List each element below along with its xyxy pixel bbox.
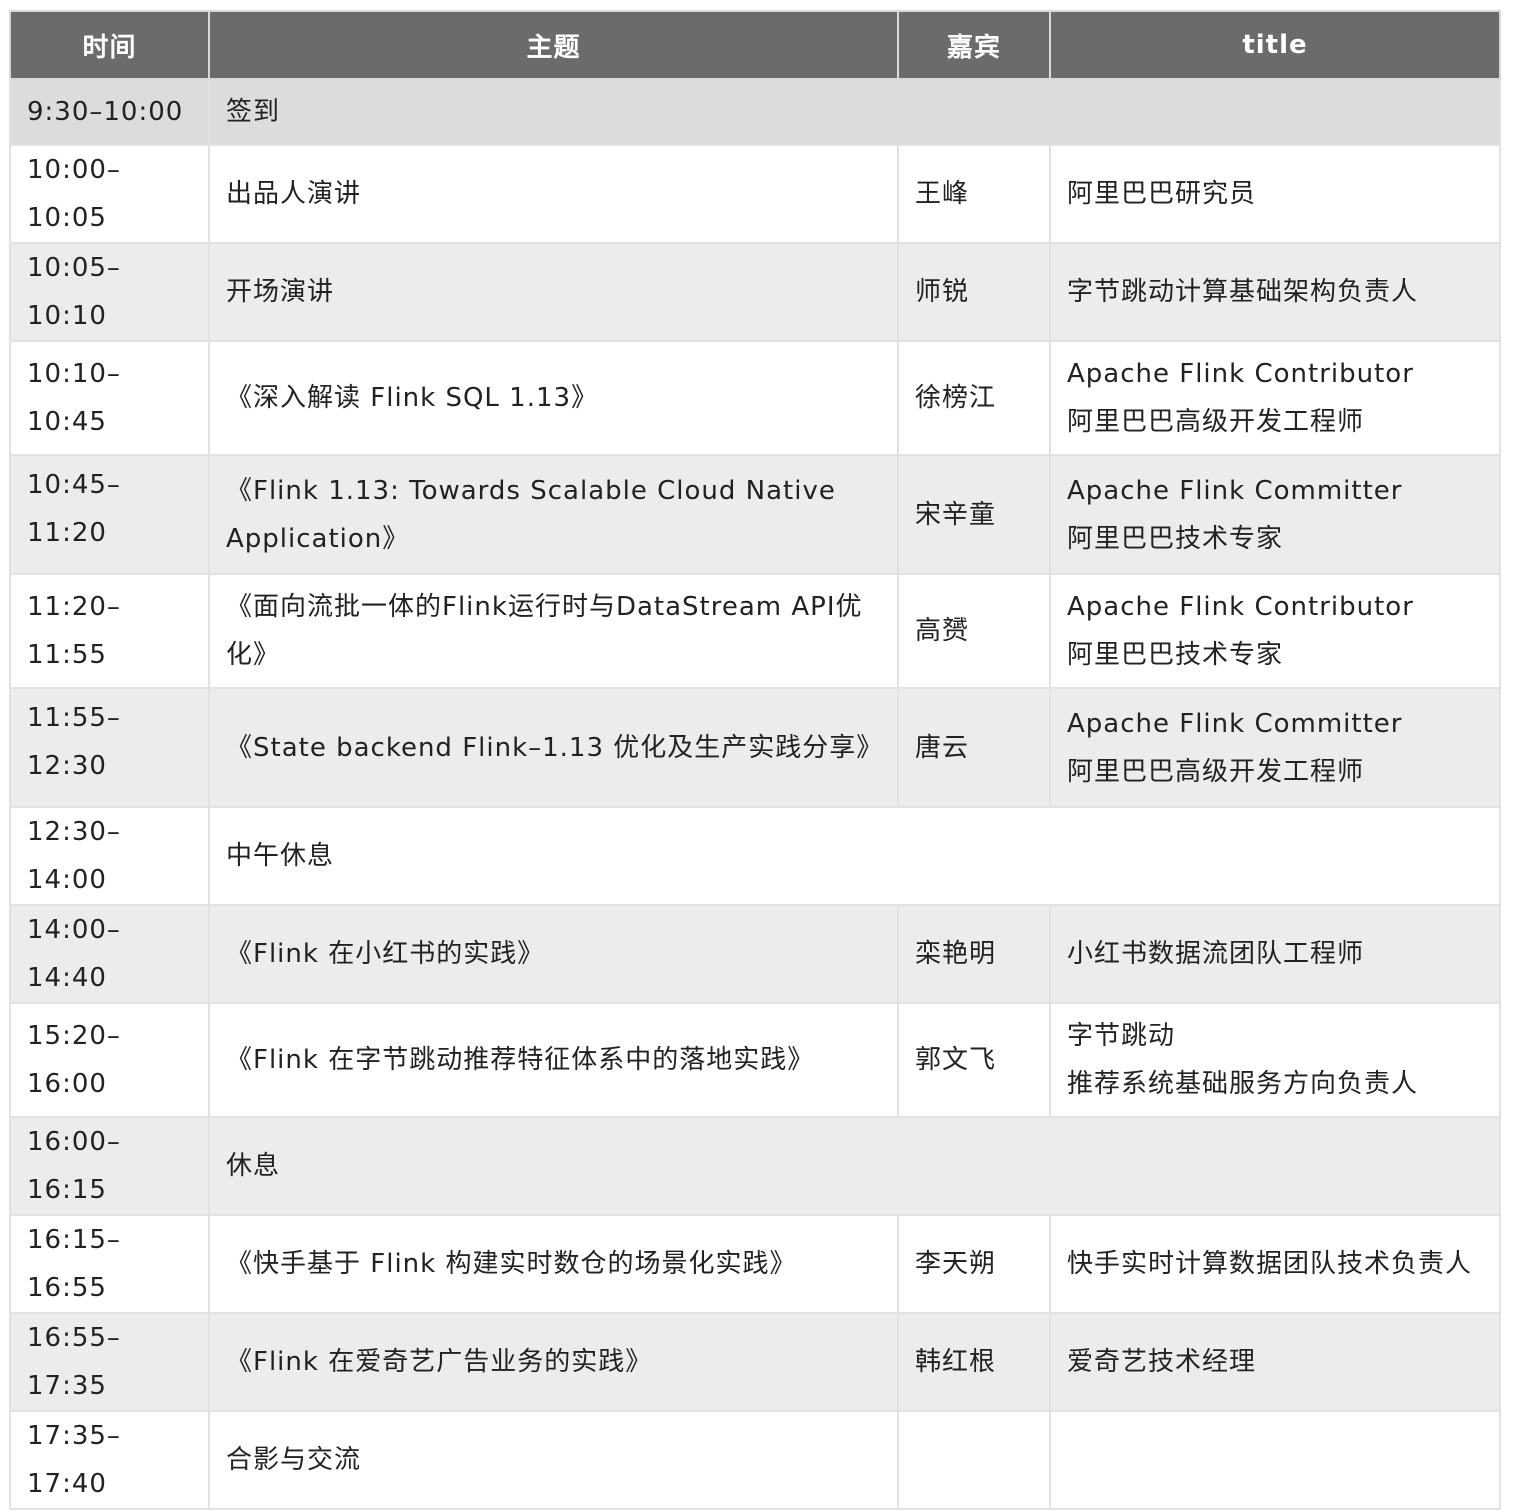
title-cell: Apache Flink Committer 阿里巴巴技术专家 [1049, 454, 1501, 575]
table-row: 10:05–10:10 开场演讲 师锐 字节跳动计算基础架构负责人 [9, 242, 1501, 342]
table-row: 16:55–17:35 《Flink 在爱奇艺广告业务的实践》 韩红根 爱奇艺技… [9, 1312, 1501, 1412]
title-line: Apache Flink Contributor [1067, 592, 1414, 622]
header-guest: 嘉宾 [897, 10, 1051, 80]
topic-cell: 《Flink 在爱奇艺广告业务的实践》 [208, 1312, 899, 1412]
title-line: 字节跳动 [1067, 1021, 1176, 1051]
title-line: Apache Flink Committer [1067, 475, 1403, 506]
title-cell: 小红书数据流团队工程师 [1049, 904, 1501, 1004]
topic-cell: 中午休息 [208, 806, 1501, 906]
table-row: 12:30–14:00 中午休息 [9, 806, 1501, 906]
topic-cell: 《快手基于 Flink 构建实时数仓的场景化实践》 [208, 1214, 899, 1314]
table-row: 11:20–11:55 《面向流批一体的Flink运行时与DataStream … [9, 573, 1501, 689]
title-cell: 爱奇艺技术经理 [1049, 1312, 1501, 1412]
header-row: 时间 主题 嘉宾 title [9, 10, 1501, 80]
table-row: 16:15–16:55 《快手基于 Flink 构建实时数仓的场景化实践》 李天… [9, 1214, 1501, 1314]
topic-cell: 《Flink 在字节跳动推荐特征体系中的落地实践》 [208, 1002, 899, 1118]
header-time: 时间 [9, 10, 210, 80]
time-cell: 16:00–16:15 [9, 1116, 210, 1216]
guest-cell: 宋辛童 [897, 454, 1051, 575]
table-row: 15:20–16:00 《Flink 在字节跳动推荐特征体系中的落地实践》 郭文… [9, 1002, 1501, 1118]
title-cell: 字节跳动计算基础架构负责人 [1049, 242, 1501, 342]
table-row: 11:55–12:30 《State backend Flink–1.13 优化… [9, 687, 1501, 808]
topic-line: 《面向流批一体的Flink运行时与DataStream API优 [226, 592, 863, 622]
topic-cell: 出品人演讲 [208, 144, 899, 244]
title-cell: 阿里巴巴研究员 [1049, 144, 1501, 244]
table-header: 时间 主题 嘉宾 title [9, 10, 1501, 80]
time-cell: 10:05–10:10 [9, 242, 210, 342]
topic-cell: 《Flink 1.13: Towards Scalable Cloud Nati… [208, 454, 899, 575]
header-topic: 主题 [208, 10, 899, 80]
title-cell: Apache Flink Contributor 阿里巴巴技术专家 [1049, 573, 1501, 689]
title-line: 小红书数据流团队工程师 [1067, 939, 1365, 969]
topic-cell: 《面向流批一体的Flink运行时与DataStream API优 化》 [208, 573, 899, 689]
title-line: 阿里巴巴研究员 [1067, 179, 1257, 209]
time-cell: 9:30–10:00 [9, 78, 210, 146]
time-cell: 11:55–12:30 [9, 687, 210, 808]
title-line: 阿里巴巴技术专家 [1067, 523, 1284, 554]
title-cell: Apache Flink Committer 阿里巴巴高级开发工程师 [1049, 687, 1501, 808]
topic-line: 《Flink 1.13: Towards Scalable Cloud Nati… [226, 475, 836, 506]
topic-cell: 《Flink 在小红书的实践》 [208, 904, 899, 1004]
topic-line: Application》 [226, 523, 410, 554]
table-row: 16:00–16:15 休息 [9, 1116, 1501, 1216]
header-title: title [1049, 10, 1501, 80]
topic-line: 《Flink 在字节跳动推荐特征体系中的落地实践》 [226, 1045, 815, 1075]
time-cell: 11:20–11:55 [9, 573, 210, 689]
topic-cell: 合影与交流 [208, 1410, 899, 1510]
topic-cell: 《深入解读 Flink SQL 1.13》 [208, 340, 899, 456]
guest-cell: 唐云 [897, 687, 1051, 808]
title-cell [1049, 1410, 1501, 1510]
title-cell: 快手实时计算数据团队技术负责人 [1049, 1214, 1501, 1314]
time-cell: 16:55–17:35 [9, 1312, 210, 1412]
topic-cell: 签到 [208, 78, 1501, 146]
title-line: Apache Flink Committer [1067, 708, 1403, 739]
guest-cell: 郭文飞 [897, 1002, 1051, 1118]
time-cell: 12:30–14:00 [9, 806, 210, 906]
topic-line: 化》 [226, 640, 281, 670]
time-cell: 16:15–16:55 [9, 1214, 210, 1314]
time-cell: 17:35–17:40 [9, 1410, 210, 1510]
title-line: Apache Flink Contributor [1067, 359, 1414, 389]
guest-cell: 徐榜江 [897, 340, 1051, 456]
guest-cell: 王峰 [897, 144, 1051, 244]
guest-cell: 栾艳明 [897, 904, 1051, 1004]
title-line: 字节跳动计算基础架构负责人 [1067, 277, 1419, 307]
title-line: 阿里巴巴高级开发工程师 [1067, 407, 1365, 437]
title-line: 推荐系统基础服务方向负责人 [1067, 1069, 1419, 1099]
time-cell: 10:45–11:20 [9, 454, 210, 575]
schedule-table: 时间 主题 嘉宾 title 9:30–10:00 签到 10:00–10:05… [9, 10, 1501, 1510]
table-row: 10:45–11:20 《Flink 1.13: Towards Scalabl… [9, 454, 1501, 575]
table-row: 10:10–10:45 《深入解读 Flink SQL 1.13》 徐榜江 Ap… [9, 340, 1501, 456]
title-line: 快手实时计算数据团队技术负责人 [1067, 1249, 1473, 1279]
title-line: 阿里巴巴高级开发工程师 [1067, 756, 1365, 787]
schedule-container: 时间 主题 嘉宾 title 9:30–10:00 签到 10:00–10:05… [9, 10, 1501, 1510]
title-line: 阿里巴巴技术专家 [1067, 640, 1284, 670]
title-cell: 字节跳动 推荐系统基础服务方向负责人 [1049, 1002, 1501, 1118]
topic-line: 《深入解读 Flink SQL 1.13》 [226, 383, 599, 413]
title-line: 爱奇艺技术经理 [1067, 1347, 1257, 1377]
table-row: 10:00–10:05 出品人演讲 王峰 阿里巴巴研究员 [9, 144, 1501, 244]
table-body: 9:30–10:00 签到 10:00–10:05 出品人演讲 王峰 阿里巴巴研… [9, 78, 1501, 1510]
table-row: 17:35–17:40 合影与交流 [9, 1410, 1501, 1510]
guest-cell [897, 1410, 1051, 1510]
guest-cell: 李天朔 [897, 1214, 1051, 1314]
topic-cell: 《State backend Flink–1.13 优化及生产实践分享》 [208, 687, 899, 808]
time-cell: 10:10–10:45 [9, 340, 210, 456]
title-cell: Apache Flink Contributor 阿里巴巴高级开发工程师 [1049, 340, 1501, 456]
table-row: 9:30–10:00 签到 [9, 78, 1501, 146]
topic-line: 《State backend Flink–1.13 优化及生产实践分享》 [226, 732, 884, 763]
time-cell: 15:20–16:00 [9, 1002, 210, 1118]
guest-cell: 师锐 [897, 242, 1051, 342]
time-cell: 10:00–10:05 [9, 144, 210, 244]
time-cell: 14:00–14:40 [9, 904, 210, 1004]
topic-cell: 开场演讲 [208, 242, 899, 342]
guest-cell: 高赟 [897, 573, 1051, 689]
topic-cell: 休息 [208, 1116, 1501, 1216]
table-row: 14:00–14:40 《Flink 在小红书的实践》 栾艳明 小红书数据流团队… [9, 904, 1501, 1004]
guest-cell: 韩红根 [897, 1312, 1051, 1412]
